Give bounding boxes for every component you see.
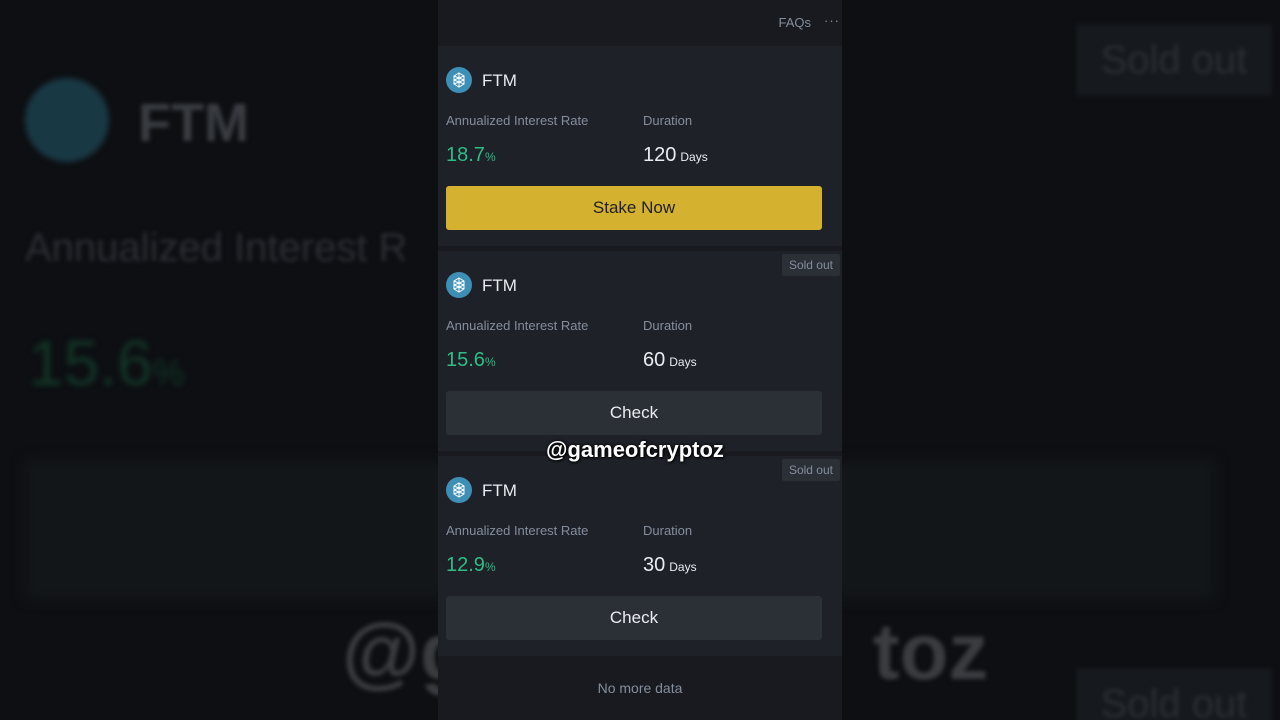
ftm-coin-icon [446, 477, 472, 503]
product-card: Sold out FTM Annualized Interest Rate Du… [438, 456, 842, 656]
coin-name: FTM [482, 481, 517, 500]
duration-value: 120 Days [643, 144, 708, 166]
watermark-handle: @gameofcryptoz [546, 437, 724, 462]
rate-label: Annualized Interest Rate [446, 113, 589, 128]
sold-out-badge: Sold out [781, 459, 840, 481]
faqs-link[interactable]: FAQs [778, 15, 811, 30]
bg-rate-value: 15.6% [28, 327, 185, 399]
duration-label: Duration [643, 113, 693, 128]
rate-value: 18.7% [446, 144, 496, 166]
top-bar: FAQs ··· [438, 0, 842, 44]
duration-label: Duration [643, 318, 693, 333]
check-button[interactable]: Check [446, 391, 822, 435]
rate-value: 12.9% [446, 554, 496, 576]
stake-now-button[interactable]: Stake Now [446, 186, 822, 230]
bg-sold-out-badge: Sold out [1076, 668, 1272, 720]
staking-list-panel: FAQs ··· FTM Annualized Interest Rate Du… [438, 0, 842, 720]
duration-value: 30 Days [643, 554, 697, 576]
rate-label: Annualized Interest Rate [446, 318, 589, 333]
coin-name: FTM [482, 276, 517, 295]
duration-label: Duration [643, 523, 693, 538]
duration-value: 60 Days [643, 349, 697, 371]
product-card: FTM Annualized Interest Rate Duration 18… [438, 46, 842, 246]
ftm-coin-icon [446, 272, 472, 298]
check-button[interactable]: Check [446, 596, 822, 640]
bg-coin-name: FTM [138, 93, 249, 153]
no-more-data-label: No more data [597, 680, 683, 696]
bg-sold-out-badge: Sold out [1076, 24, 1272, 96]
product-card: Sold out FTM Annualized Interest Rate Du… [438, 251, 842, 451]
ftm-logo-icon [25, 78, 109, 162]
ftm-coin-icon [446, 67, 472, 93]
rate-value: 15.6% [446, 349, 496, 371]
rate-label: Annualized Interest Rate [446, 523, 589, 538]
sold-out-badge: Sold out [781, 254, 840, 276]
coin-name: FTM [482, 71, 517, 90]
more-dots-icon[interactable]: ··· [824, 13, 840, 28]
bg-rate-label: Annualized Interest R [25, 226, 408, 270]
